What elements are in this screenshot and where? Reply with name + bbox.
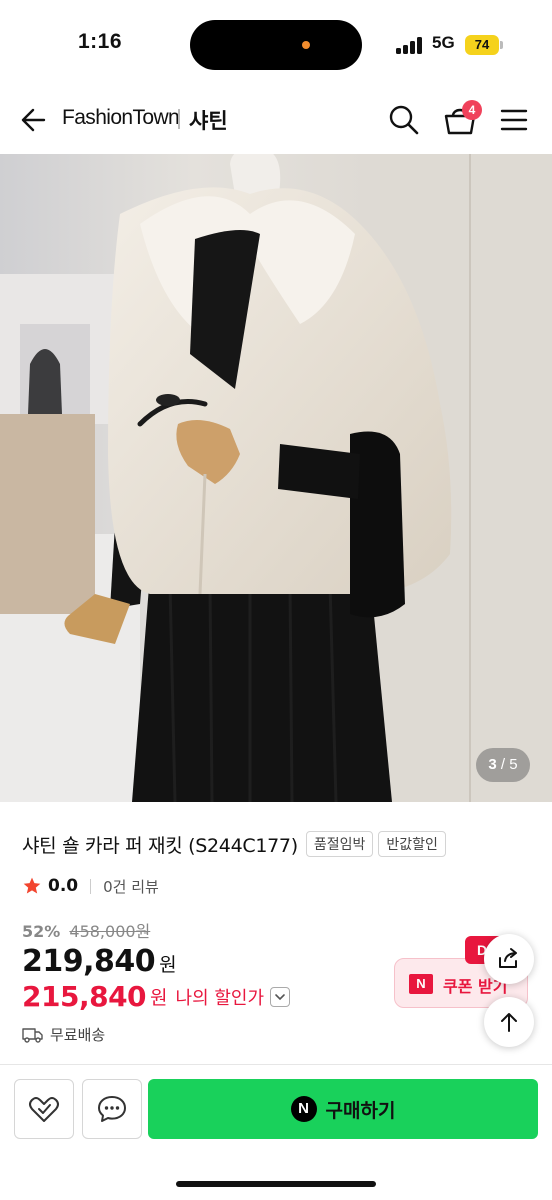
original-price: 458,000원	[69, 922, 151, 941]
image-index-separator: /	[500, 756, 506, 773]
tag-half-price: 반값할인	[378, 831, 446, 857]
product-image-carousel[interactable]	[0, 154, 552, 802]
bottom-action-bar: N 구매하기	[0, 1065, 552, 1200]
sale-price-unit: 원	[159, 954, 177, 976]
back-button[interactable]	[18, 104, 50, 136]
naver-badge-icon: N	[409, 974, 433, 994]
status-time: 1:16	[78, 30, 123, 53]
battery-tip	[500, 41, 503, 49]
my-discount-price-row: 215,840 원 나의 할인가	[22, 980, 291, 1013]
shipping-row: 무료배송	[22, 1024, 105, 1045]
image-current-index: 3	[488, 756, 497, 773]
brand-logo[interactable]: FashionTown	[62, 106, 180, 130]
rating-value: 0.0	[48, 876, 79, 896]
price-detail-toggle[interactable]	[270, 986, 291, 1007]
tag-soldout-soon: 품절임박	[305, 831, 374, 857]
chevron-down-icon	[275, 993, 285, 1000]
my-discount-price-label: 나의 할인가	[175, 987, 265, 1009]
network-type: 5G	[432, 33, 455, 52]
recording-indicator-dot	[302, 41, 310, 49]
search-icon	[389, 105, 419, 135]
discount-percent: 52%	[22, 922, 61, 941]
discount-row: 52% 458,000원	[22, 918, 150, 942]
home-indicator	[176, 1181, 376, 1187]
review-count: 0건 리뷰	[103, 877, 159, 896]
buy-button[interactable]: N 구매하기	[148, 1079, 538, 1139]
brand-divider	[178, 109, 180, 129]
status-bar: 1:16 5G 74	[0, 0, 552, 90]
signal-strength-icon	[396, 36, 424, 54]
shipping-info: 무료배송	[50, 1026, 106, 1044]
my-discount-price: 215,840	[22, 980, 147, 1013]
truck-icon	[22, 1027, 43, 1043]
sale-price-row: 219,840 원	[22, 944, 177, 979]
share-icon	[499, 948, 517, 968]
battery-level: 74	[474, 37, 490, 52]
naver-pay-icon: N	[290, 1096, 317, 1122]
product-title-row: 샤틴 숄 카라 퍼 재킷 (S244C177) 품절임박 반값할인	[22, 828, 451, 860]
arrow-up-icon	[501, 1013, 517, 1032]
heart-check-icon	[29, 1097, 59, 1122]
scroll-to-top-button[interactable]	[484, 997, 534, 1047]
rating-row[interactable]: 0.0 0건 리뷰	[22, 872, 159, 900]
rating-divider	[90, 878, 92, 894]
cart-count-badge: 4	[462, 100, 482, 120]
app-header: FashionTown 샤틴 4	[0, 90, 552, 152]
arrow-left-icon	[21, 108, 46, 132]
wishlist-button[interactable]	[14, 1079, 74, 1139]
hamburger-menu-icon	[500, 109, 528, 131]
image-total-count: 5	[509, 756, 518, 773]
buy-label: 구매하기	[325, 1099, 396, 1122]
image-page-indicator: 3 / 5	[476, 748, 530, 782]
product-photo	[0, 154, 552, 802]
share-button[interactable]	[484, 934, 534, 984]
chat-bubble-icon	[98, 1096, 126, 1122]
shop-name[interactable]: 샤틴	[189, 105, 228, 135]
battery-icon: 74	[465, 35, 499, 55]
talk-button[interactable]	[82, 1079, 142, 1139]
search-button[interactable]	[386, 102, 422, 138]
sale-price: 219,840	[22, 944, 156, 979]
star-icon	[23, 877, 41, 894]
my-discount-price-unit: 원	[150, 987, 168, 1009]
product-title: 샤틴 숄 카라 퍼 재킷 (S244C177)	[22, 834, 298, 857]
dynamic-island	[190, 20, 362, 70]
menu-button[interactable]	[498, 104, 530, 136]
